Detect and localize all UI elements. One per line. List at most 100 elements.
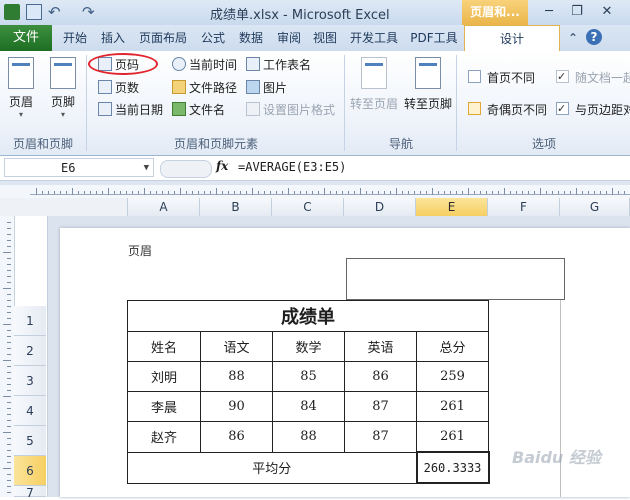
name-box[interactable]: E6 ▼ (4, 158, 154, 177)
row-header-selected[interactable]: 6 (14, 456, 46, 486)
folder-icon (172, 80, 186, 94)
select-all-corner[interactable] (0, 198, 128, 216)
goto-header-button[interactable]: 转至页眉 (348, 57, 400, 112)
table-cell[interactable]: 84 (272, 391, 345, 422)
row-header[interactable]: 4 (14, 396, 46, 426)
column-header[interactable]: D (344, 198, 416, 216)
average-value-cell-selected[interactable]: 260.3333 (415, 451, 490, 484)
ruler-tick (354, 191, 355, 194)
table-cell[interactable]: 86 (200, 421, 273, 453)
footer-button-label: 页脚 (50, 95, 75, 109)
tab-developer[interactable]: 开发工具 (344, 28, 404, 49)
chevron-down-icon[interactable]: ▼ (144, 159, 149, 178)
column-header[interactable]: G (560, 198, 630, 216)
insert-function-icon[interactable]: fx (216, 159, 228, 173)
current-time-button[interactable]: 当前时间 (172, 56, 237, 74)
column-header[interactable]: A (128, 198, 200, 216)
ribbon-separator (344, 55, 345, 151)
current-date-button[interactable]: 当前日期 (98, 101, 163, 119)
scale-with-document-checkbox[interactable]: 随文档一起 (556, 68, 630, 87)
table-header-cell[interactable]: 总分 (416, 331, 489, 362)
row-header[interactable]: 5 (14, 426, 46, 456)
table-cell[interactable]: 86 (344, 361, 417, 392)
odd-even-pages-checkbox[interactable]: 奇偶页不同 (468, 101, 547, 119)
table-cell[interactable]: 85 (272, 361, 345, 392)
tab-file[interactable]: 文件 (0, 25, 52, 51)
row-header[interactable]: 2 (14, 336, 46, 366)
align-with-margins-checkbox[interactable]: 与页边距对 (556, 100, 630, 119)
goto-footer-button[interactable]: 转至页脚 (402, 57, 454, 112)
ruler-tick (90, 191, 91, 194)
table-header-cell[interactable]: 数学 (272, 331, 345, 362)
header-edit-box[interactable] (346, 258, 565, 300)
row-header[interactable]: 7 (14, 486, 46, 500)
formula-input[interactable]: =AVERAGE(E3:E5) (238, 158, 630, 177)
page-count-icon (98, 80, 112, 94)
column-header[interactable]: F (488, 198, 560, 216)
footer-button[interactable]: 页脚 ▾ (48, 57, 78, 119)
tab-design[interactable]: 设计 (464, 25, 560, 53)
different-first-page-checkbox[interactable]: 首页不同 (468, 69, 535, 87)
sheet-name-button[interactable]: 工作表名 (246, 56, 311, 74)
table-cell[interactable]: 87 (344, 421, 417, 453)
table-cell[interactable]: 李晨 (127, 391, 201, 422)
ruler-tick (390, 191, 391, 194)
column-header-selected[interactable]: E (416, 198, 488, 216)
restore-icon[interactable]: ❐ (566, 3, 588, 21)
table-cell[interactable]: 261 (416, 391, 489, 422)
file-path-button[interactable]: 文件路径 (172, 79, 237, 97)
vertical-ruler[interactable] (0, 216, 15, 497)
table-title[interactable]: 成绩单 (127, 300, 489, 332)
ruler-tick (48, 191, 49, 194)
ruler-tick (582, 191, 583, 194)
file-name-button[interactable]: 文件名 (172, 101, 225, 119)
picture-icon (246, 80, 260, 94)
ruler-tick (480, 191, 481, 194)
table-cell[interactable]: 87 (344, 391, 417, 422)
tab-data[interactable]: 数据 (234, 28, 268, 49)
table-cell[interactable]: 259 (416, 361, 489, 392)
tab-view[interactable]: 视图 (308, 28, 342, 49)
table-cell[interactable]: 261 (416, 421, 489, 453)
tab-review[interactable]: 审阅 (272, 28, 306, 49)
column-header[interactable]: B (200, 198, 272, 216)
table-cell[interactable]: 刘明 (127, 361, 201, 392)
ruler-tick (7, 282, 11, 283)
header-button[interactable]: 页眉 ▾ (6, 57, 36, 119)
tab-insert[interactable]: 插入 (96, 28, 130, 49)
table-cell[interactable]: 88 (200, 361, 273, 392)
average-label-cell[interactable]: 平均分 (127, 451, 417, 484)
picture-button[interactable]: 图片 (246, 79, 287, 97)
undo-icon[interactable]: ↶ (48, 4, 64, 20)
tab-pdf-tools[interactable]: PDF工具 (406, 28, 462, 49)
table-header-cell[interactable]: 语文 (200, 331, 273, 362)
table-header-cell[interactable]: 姓名 (127, 331, 201, 362)
row-header[interactable]: 3 (14, 366, 46, 396)
redo-icon[interactable]: ↷ (82, 4, 98, 20)
horizontal-ruler[interactable] (0, 185, 630, 199)
ruler-tick (7, 348, 11, 349)
row-header[interactable]: 1 (14, 306, 46, 336)
baidu-watermark: Baidu 经验 (512, 448, 601, 467)
page-count-button[interactable]: 页数 (98, 79, 139, 97)
tab-page-layout[interactable]: 页面布局 (134, 28, 192, 49)
collapse-ribbon-icon[interactable]: ⌃ (566, 28, 580, 49)
column-header[interactable]: C (272, 198, 344, 216)
formula-bar-resize-handle[interactable] (160, 160, 212, 178)
close-icon[interactable]: ✕ (596, 3, 618, 21)
table-header-cell[interactable]: 英语 (344, 331, 417, 362)
ruler-tick (84, 191, 85, 194)
ruler-tick (378, 191, 379, 194)
table-cell[interactable]: 88 (272, 421, 345, 453)
tab-home[interactable]: 开始 (58, 28, 92, 49)
tab-formulas[interactable]: 公式 (196, 28, 230, 49)
save-icon[interactable] (26, 4, 42, 20)
help-icon[interactable]: ? (586, 29, 602, 45)
ruler-tick (7, 480, 11, 481)
minimize-icon[interactable]: ─ (538, 3, 560, 21)
table-cell[interactable]: 90 (200, 391, 273, 422)
table-cell[interactable]: 赵齐 (127, 421, 201, 453)
ruler-tick (7, 456, 11, 457)
row-header-pane: 1 2 3 4 5 6 7 (0, 216, 48, 500)
format-picture-button[interactable]: 设置图片格式 (246, 101, 335, 119)
